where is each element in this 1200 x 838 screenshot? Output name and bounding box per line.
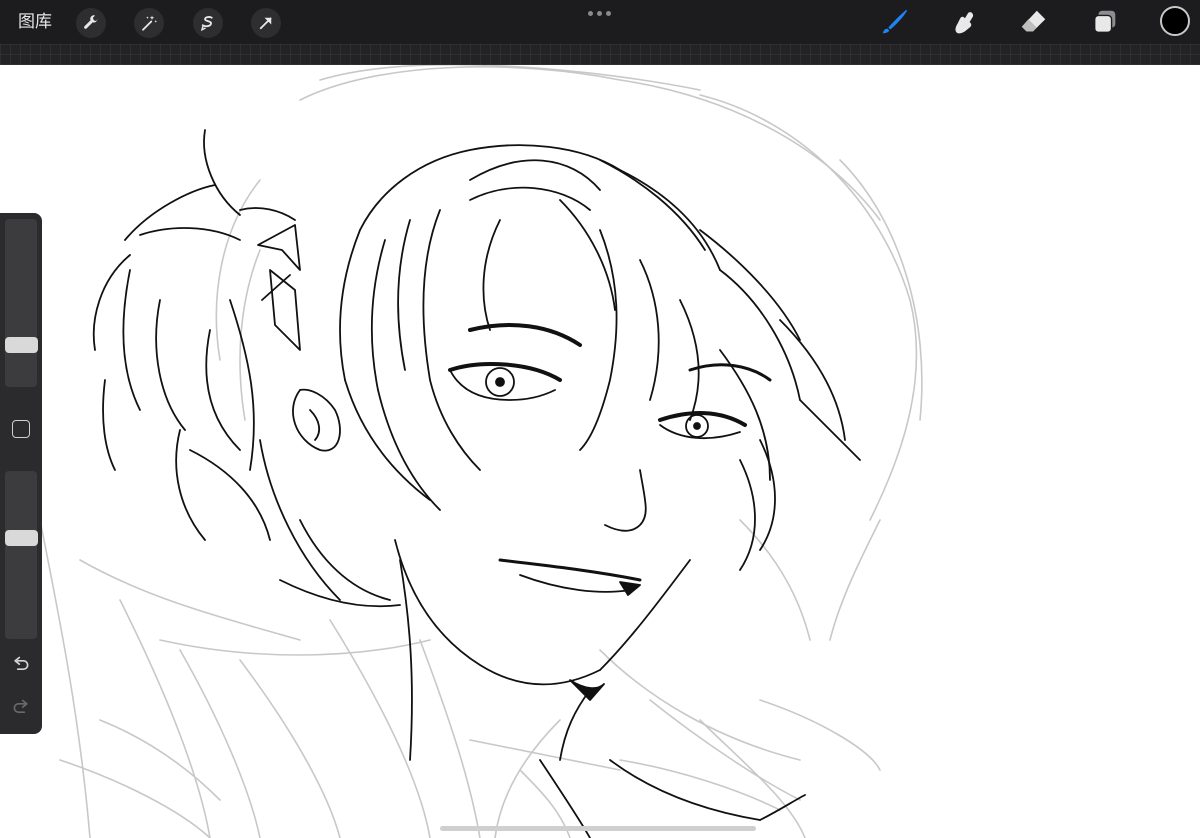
eraser-icon[interactable] [1018,6,1050,38]
more-options-icon[interactable] [588,8,612,18]
brush-icon[interactable] [878,6,910,38]
layers-icon[interactable] [1089,6,1121,38]
undo-icon[interactable] [10,654,32,676]
smudge-icon[interactable] [948,6,980,38]
brush-sidebar [0,213,42,734]
actions-wrench-icon[interactable] [76,8,106,38]
drawing-canvas[interactable] [0,65,1200,838]
home-indicator[interactable] [440,826,756,831]
transform-arrow-icon[interactable] [251,8,281,38]
brush-size-thumb[interactable] [5,337,38,353]
color-picker-swatch[interactable] [1160,6,1190,36]
toolbar-shadow-strip [0,44,1200,65]
gallery-button[interactable]: 图库 [18,11,52,33]
sketch-layer [39,65,923,838]
modifier-button-icon[interactable] [12,420,30,438]
ink-layer [92,129,861,838]
adjustments-magic-wand-icon[interactable] [134,8,164,38]
redo-icon[interactable] [10,697,32,719]
opacity-slider[interactable] [5,471,37,639]
opacity-thumb[interactable] [5,530,38,546]
brush-size-slider[interactable] [5,219,37,387]
top-toolbar: 图库 [0,0,1200,44]
selection-s-icon[interactable] [193,8,223,38]
